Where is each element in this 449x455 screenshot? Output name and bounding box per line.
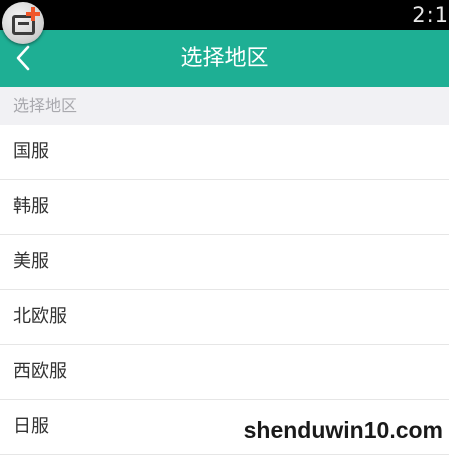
region-item-north-eu[interactable]: 北欧服 <box>0 290 449 345</box>
region-item-label: 日服 <box>13 416 49 437</box>
region-item-kr[interactable]: 韩服 <box>0 180 449 235</box>
watermark-text: shenduwin10.com <box>243 417 443 443</box>
floating-app-button[interactable] <box>2 2 44 44</box>
region-item-label: 国服 <box>13 141 49 162</box>
page-title: 选择地区 <box>180 46 269 71</box>
region-list: 国服 韩服 美服 北欧服 西欧服 日服 <box>0 125 449 455</box>
region-item-cn[interactable]: 国服 <box>0 125 449 180</box>
region-item-label: 美服 <box>13 251 49 272</box>
section-header: 选择地区 <box>0 87 449 125</box>
region-item-label: 韩服 <box>13 196 49 217</box>
status-bar: 2:1 <box>0 0 449 30</box>
section-header-label: 选择地区 <box>13 96 78 115</box>
region-item-us[interactable]: 美服 <box>0 235 449 290</box>
region-item-label: 西欧服 <box>13 361 67 382</box>
nav-bar: 选择地区 <box>0 30 449 87</box>
region-item-label: 北欧服 <box>13 306 67 327</box>
region-item-west-eu[interactable]: 西欧服 <box>0 345 449 400</box>
status-time: 2:1 <box>412 3 449 27</box>
add-icon <box>26 7 40 21</box>
